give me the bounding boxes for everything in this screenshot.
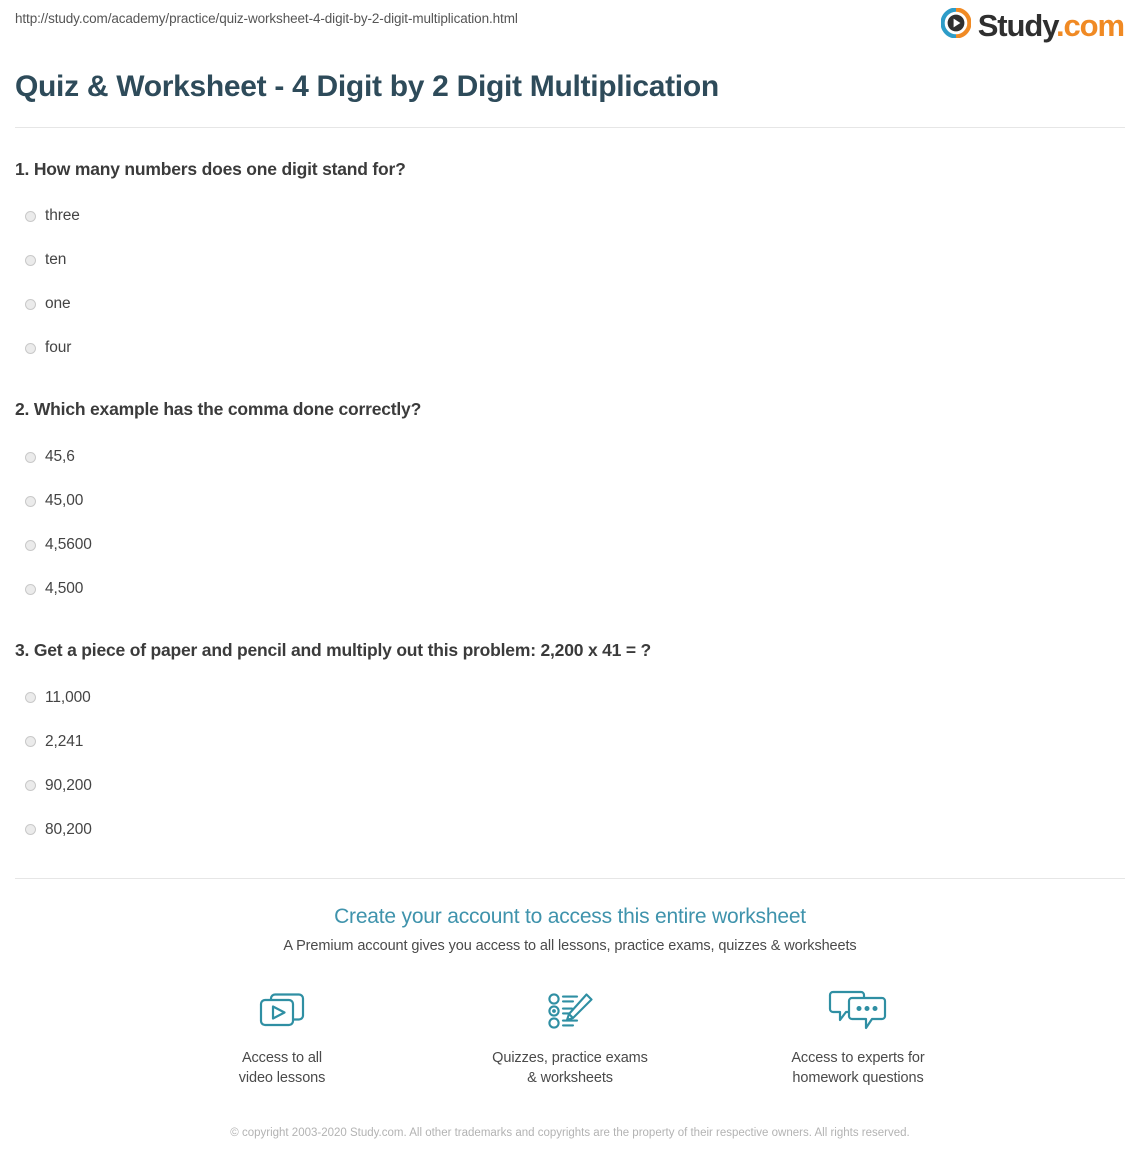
- brand-wordmark: Study.com: [977, 8, 1125, 43]
- option-row[interactable]: 4,500: [15, 567, 1125, 611]
- radio-button[interactable]: [25, 692, 36, 704]
- create-account-link[interactable]: Create your account to access this entir…: [0, 905, 1140, 929]
- option-label: 4,5600: [45, 536, 92, 553]
- title-divider: [15, 126, 1125, 128]
- radio-button[interactable]: [25, 824, 36, 836]
- feature-label: Access to all video lessons: [238, 1049, 326, 1087]
- option-row[interactable]: ten: [15, 238, 1125, 282]
- option-label: three: [45, 207, 80, 225]
- video-lessons-icon: [192, 987, 372, 1035]
- feature-item: Quizzes, practice exams & worksheets: [480, 987, 660, 1089]
- option-label: 4,500: [45, 580, 84, 597]
- feature-list: Access to all video lessons Quizzes, pra…: [0, 987, 1140, 1089]
- feature-label: Quizzes, practice exams & worksheets: [492, 1049, 648, 1087]
- option-label: one: [45, 295, 71, 313]
- promo-subtext: A Premium account gives you access to al…: [283, 937, 857, 954]
- option-row[interactable]: one: [15, 282, 1125, 326]
- option-row[interactable]: 45,6: [15, 435, 1125, 479]
- brand-name-text: Study: [977, 8, 1057, 43]
- radio-button[interactable]: [25, 736, 36, 748]
- option-row[interactable]: 4,5600: [15, 523, 1125, 567]
- radio-button[interactable]: [25, 451, 36, 463]
- radio-button[interactable]: [25, 210, 36, 222]
- feature-item: Access to experts for homework questions: [768, 987, 948, 1089]
- play-circle-icon: [940, 7, 972, 43]
- question-text: 1. How many numbers does one digit stand…: [15, 158, 406, 179]
- radio-button[interactable]: [25, 780, 36, 792]
- study-com-logo[interactable]: Study.com: [940, 7, 1125, 43]
- option-label: four: [45, 339, 72, 357]
- quiz-body: 1. How many numbers does one digit stand…: [0, 158, 1140, 852]
- option-row[interactable]: 90,200: [15, 764, 1125, 808]
- option-row[interactable]: three: [15, 194, 1125, 238]
- option-label: 45,6: [45, 448, 75, 465]
- option-row[interactable]: 80,200: [15, 808, 1125, 852]
- radio-button[interactable]: [25, 298, 36, 310]
- question-block: 3. Get a piece of paper and pencil and m…: [15, 639, 1125, 852]
- option-label: 90,200: [45, 776, 92, 794]
- chat-bubbles-icon: [768, 987, 948, 1035]
- option-label: 45,00: [45, 492, 84, 509]
- option-label: 11,000: [45, 688, 91, 706]
- radio-button[interactable]: [25, 539, 36, 551]
- question-text: 3. Get a piece of paper and pencil and m…: [15, 640, 652, 660]
- brand-suffix-text: .com: [1056, 8, 1125, 43]
- option-row[interactable]: 45,00: [15, 479, 1125, 523]
- radio-button[interactable]: [25, 583, 36, 595]
- promo-section: Create your account to access this entir…: [0, 879, 1140, 1142]
- option-label: 2,241: [45, 732, 84, 750]
- page-title: Quiz & Worksheet - 4 Digit by 2 Digit Mu…: [15, 70, 719, 103]
- question-block: 2. Which example has the comma done corr…: [15, 398, 1125, 611]
- page-header: http://study.com/academy/practice/quiz-w…: [0, 0, 1140, 58]
- feature-label: Access to experts for homework questions: [791, 1049, 925, 1087]
- question-text: 2. Which example has the comma done corr…: [15, 399, 422, 420]
- option-row[interactable]: 2,241: [15, 720, 1125, 764]
- radio-button[interactable]: [25, 495, 36, 507]
- copyright-text: © copyright 2003-2020 Study.com. All oth…: [230, 1126, 910, 1139]
- option-label: ten: [45, 251, 67, 269]
- option-row[interactable]: four: [15, 326, 1125, 370]
- radio-button[interactable]: [25, 254, 36, 266]
- url-text: http://study.com/academy/practice/quiz-w…: [15, 11, 518, 26]
- feature-item: Access to all video lessons: [192, 987, 372, 1089]
- option-label: 80,200: [45, 820, 92, 838]
- option-row[interactable]: 11,000: [15, 676, 1125, 720]
- quiz-pencil-icon: [480, 987, 660, 1035]
- radio-button[interactable]: [25, 342, 36, 354]
- question-block: 1. How many numbers does one digit stand…: [15, 158, 1125, 371]
